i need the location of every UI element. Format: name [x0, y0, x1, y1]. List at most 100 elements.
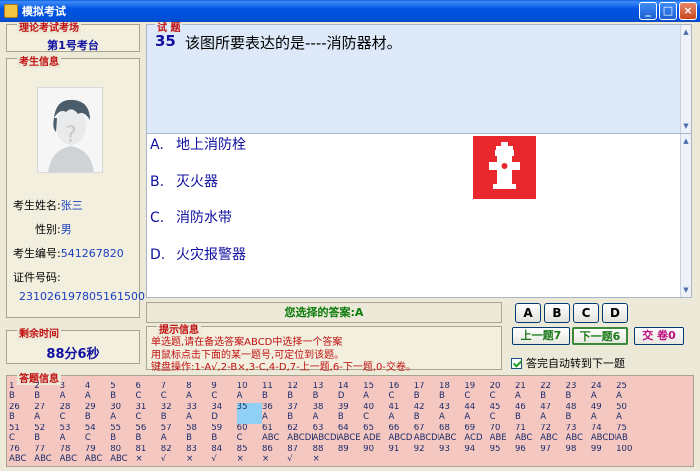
question-cell[interactable]: 39 B — [338, 403, 363, 424]
minimize-button[interactable]: _ — [639, 2, 657, 20]
question-cell[interactable]: 33 A — [186, 403, 211, 424]
question-cell[interactable]: 100 — [616, 445, 641, 466]
question-cell[interactable]: 26 B — [9, 403, 34, 424]
maximize-button[interactable]: □ — [659, 2, 677, 20]
question-cell[interactable]: 18 B — [439, 382, 464, 403]
question-cell[interactable]: 16 C — [388, 382, 413, 403]
question-cell[interactable]: 31 C — [135, 403, 160, 424]
answer-b-button[interactable]: B — [544, 303, 570, 323]
question-cell[interactable]: 98 — [566, 445, 591, 466]
question-cell[interactable]: 1B — [9, 382, 34, 403]
scroll-down-icon[interactable]: ▼ — [681, 121, 691, 131]
question-cell[interactable]: 23 B — [566, 382, 591, 403]
question-cell[interactable]: 92 — [414, 445, 439, 466]
question-cell[interactable]: 50 A — [616, 403, 641, 424]
question-cell[interactable]: 85 × — [237, 445, 262, 466]
question-cell[interactable]: 94 — [464, 445, 489, 466]
question-cell[interactable]: 17 B — [414, 382, 439, 403]
question-cell[interactable]: 86 × — [262, 445, 287, 466]
question-cell[interactable]: 82 √ — [161, 445, 186, 466]
question-cell[interactable]: 71 ABC — [515, 424, 540, 445]
question-cell[interactable]: 96 — [515, 445, 540, 466]
question-scrollbar[interactable]: ▲ ▼ — [680, 25, 691, 133]
question-cell[interactable]: 93 — [439, 445, 464, 466]
question-cell[interactable]: 79 ABC — [85, 445, 110, 466]
question-cell[interactable]: 25 A — [616, 382, 641, 403]
question-cell[interactable]: 84 √ — [211, 445, 236, 466]
question-cell[interactable]: 32 B — [161, 403, 186, 424]
options-scroll-up-icon[interactable]: ▲ — [681, 136, 691, 146]
question-cell[interactable]: 30 A — [110, 403, 135, 424]
question-cell[interactable]: 19 C — [464, 382, 489, 403]
question-cell[interactable]: 87 √ — [287, 445, 312, 466]
question-cell[interactable]: 41 A — [388, 403, 413, 424]
question-cell[interactable]: 70 ABE — [490, 424, 515, 445]
question-cell[interactable]: 52 B — [34, 424, 59, 445]
question-cell[interactable]: 60 C — [237, 424, 262, 445]
question-cell[interactable]: 88 × — [313, 445, 338, 466]
option-b[interactable]: B. 灭火器 — [150, 171, 218, 191]
question-cell[interactable]: 95 — [490, 445, 515, 466]
question-cell[interactable]: 8A — [186, 382, 211, 403]
question-cell[interactable]: 20 C — [490, 382, 515, 403]
question-cell[interactable]: 65 ADE — [363, 424, 388, 445]
question-cell[interactable]: 68 ABC — [439, 424, 464, 445]
option-d[interactable]: D. 火灾报警器 — [150, 244, 246, 264]
options-scroll-down-icon[interactable]: ▼ — [681, 285, 691, 295]
question-cell[interactable]: 75 AB — [616, 424, 641, 445]
question-cell[interactable]: 34 D — [211, 403, 236, 424]
question-cell[interactable]: 5B — [110, 382, 135, 403]
prev-question-button[interactable]: 上一题7 — [512, 327, 570, 345]
question-cell[interactable]: 69 ACD — [464, 424, 489, 445]
question-cell[interactable]: 91 — [388, 445, 413, 466]
question-cell[interactable]: 67ABCDE — [414, 424, 439, 445]
question-cell[interactable]: 89 — [338, 445, 363, 466]
question-cell[interactable]: 2B — [34, 382, 59, 403]
question-cell[interactable]: 36 A — [262, 403, 287, 424]
question-cell[interactable]: 35 — [236, 403, 262, 424]
answer-c-button[interactable]: C — [573, 303, 599, 323]
question-cell[interactable]: 9C — [211, 382, 236, 403]
question-cell[interactable]: 38 A — [313, 403, 338, 424]
question-cell[interactable]: 83 × — [186, 445, 211, 466]
answer-a-button[interactable]: A — [515, 303, 541, 323]
question-cell[interactable]: 61 ABC — [262, 424, 287, 445]
question-cell[interactable]: 21 A — [515, 382, 540, 403]
question-cell[interactable]: 99 — [591, 445, 616, 466]
question-cell[interactable]: 72 ABC — [540, 424, 565, 445]
question-cell[interactable]: 66 ABCD — [388, 424, 413, 445]
option-a[interactable]: A. 地上消防栓 — [150, 134, 246, 154]
question-cell[interactable]: 57 A — [161, 424, 186, 445]
question-cell[interactable]: 48 B — [566, 403, 591, 424]
next-question-button[interactable]: 下一题6 — [572, 327, 628, 345]
question-cell[interactable]: 10 A — [237, 382, 262, 403]
option-c[interactable]: C. 消防水带 — [150, 207, 232, 227]
question-cell[interactable]: 42 B — [414, 403, 439, 424]
question-cell[interactable]: 80 ABC — [110, 445, 135, 466]
question-cell[interactable]: 64 ABCE — [338, 424, 363, 445]
question-cell[interactable]: 6C — [135, 382, 160, 403]
question-cell[interactable]: 56 B — [135, 424, 160, 445]
question-cell[interactable]: 63ABCDE — [313, 424, 338, 445]
question-cell[interactable]: 97 — [540, 445, 565, 466]
question-cell[interactable]: 24 A — [591, 382, 616, 403]
question-cell[interactable]: 37 B — [287, 403, 312, 424]
question-cell[interactable]: 81 × — [135, 445, 160, 466]
submit-button[interactable]: 交 卷0 — [634, 327, 684, 345]
question-cell[interactable]: 29 B — [85, 403, 110, 424]
answer-d-button[interactable]: D — [602, 303, 628, 323]
question-cell[interactable]: 73 ABC — [566, 424, 591, 445]
question-cell[interactable]: 74ABCDE — [591, 424, 616, 445]
question-cell[interactable]: 62ABCDE — [287, 424, 312, 445]
question-cell[interactable]: 78 ABC — [60, 445, 85, 466]
question-cell[interactable]: 46 B — [515, 403, 540, 424]
question-cell[interactable]: 3A — [60, 382, 85, 403]
question-cell[interactable]: 90 — [363, 445, 388, 466]
auto-next-option[interactable]: 答完自动转到下一题 — [511, 355, 625, 371]
question-cell[interactable]: 13 B — [313, 382, 338, 403]
question-cell[interactable]: 27 A — [34, 403, 59, 424]
question-cell[interactable]: 15 A — [363, 382, 388, 403]
question-cell[interactable]: 7C — [161, 382, 186, 403]
question-cell[interactable]: 51 C — [9, 424, 34, 445]
question-cell[interactable]: 55 B — [110, 424, 135, 445]
